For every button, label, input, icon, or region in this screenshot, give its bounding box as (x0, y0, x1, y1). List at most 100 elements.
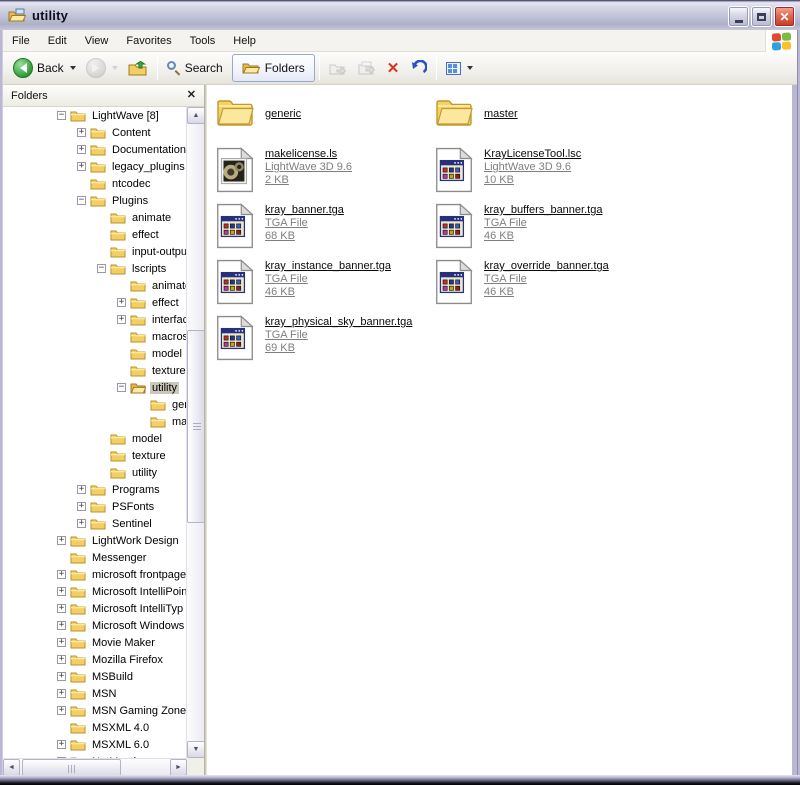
horizontal-scroll-thumb[interactable] (22, 759, 121, 776)
expand-icon[interactable]: + (77, 519, 86, 528)
tree-item-lscripts[interactable]: − lscripts (3, 260, 186, 277)
file-tile-kray-banner-tga[interactable]: kray_banner.tgaTGA File68 KB (216, 203, 431, 254)
tree-item-legacy-plugins[interactable]: + legacy_plugins (3, 158, 186, 175)
tree-item-lightwork-design[interactable]: + LightWork Design (3, 532, 186, 549)
expand-icon[interactable]: + (57, 638, 66, 647)
move-to-button[interactable] (324, 55, 353, 81)
back-button[interactable]: Back (8, 55, 81, 81)
expand-icon[interactable]: + (77, 162, 86, 171)
collapse-icon[interactable]: − (77, 196, 86, 205)
file-tile-kraylicensetool-lsc[interactable]: KrayLicenseTool.lscLightWave 3D 9.610 KB (435, 147, 650, 198)
file-name-link[interactable]: kray_buffers_banner.tga (484, 203, 602, 217)
back-dropdown-icon[interactable] (70, 66, 76, 70)
tree-item-texture[interactable]: texture (3, 362, 186, 379)
file-name-link[interactable]: generic (265, 107, 301, 121)
tree-item-msn[interactable]: + MSN (3, 685, 186, 702)
file-tile-makelicense-ls[interactable]: makelicense.lsLightWave 3D 9.62 KB (216, 147, 431, 198)
search-button[interactable]: Search (162, 55, 228, 81)
tree-item-ntcodec[interactable]: ntcodec (3, 175, 186, 192)
file-tile-kray-override-banner-tga[interactable]: kray_override_banner.tgaTGA File46 KB (435, 259, 650, 310)
expand-icon[interactable]: + (77, 145, 86, 154)
tree-item-movie-maker[interactable]: + Movie Maker (3, 634, 186, 651)
tree-item-effect[interactable]: effect (3, 226, 186, 243)
expand-icon[interactable]: + (57, 689, 66, 698)
expand-icon[interactable]: + (117, 298, 126, 307)
tree-item-model[interactable]: model (3, 345, 186, 362)
forward-button[interactable] (81, 55, 123, 81)
tree-item-documentation[interactable]: + Documentation (3, 141, 186, 158)
expand-icon[interactable]: + (57, 740, 66, 749)
tree-item-texture[interactable]: texture (3, 447, 186, 464)
tree-item-animate[interactable]: animate (3, 277, 186, 294)
close-panel-icon[interactable]: ✕ (187, 88, 196, 101)
folder-tile-master[interactable]: master (435, 94, 650, 134)
tree-vertical-scrollbar[interactable]: ▲ ▼ (186, 107, 204, 758)
menu-view[interactable]: View (76, 30, 118, 51)
tree-item-ger[interactable]: ger (3, 396, 186, 413)
tree-item-effect[interactable]: + effect (3, 294, 186, 311)
tree-item-sentinel[interactable]: + Sentinel (3, 515, 186, 532)
collapse-icon[interactable]: − (117, 383, 126, 392)
delete-button[interactable]: ✕ (382, 55, 405, 81)
views-button[interactable] (441, 55, 478, 81)
titlebar[interactable]: utility ✕ (0, 0, 800, 30)
tree-item-programs[interactable]: + Programs (3, 481, 186, 498)
tree-item-msbuild[interactable]: + MSBuild (3, 668, 186, 685)
tree-item-microsoft-intellipoin[interactable]: + Microsoft IntelliPoin (3, 583, 186, 600)
expand-icon[interactable]: + (57, 672, 66, 681)
tree-item-utility[interactable]: utility (3, 464, 186, 481)
expand-icon[interactable]: + (57, 621, 66, 630)
tree-horizontal-scrollbar[interactable]: ◄ ► (3, 758, 187, 775)
menu-file[interactable]: File (3, 30, 39, 51)
file-name-link[interactable]: kray_banner.tga (265, 203, 344, 217)
scroll-down-icon[interactable]: ▼ (187, 741, 205, 758)
file-name-link[interactable]: master (484, 107, 518, 121)
tree-item-plugins[interactable]: − Plugins (3, 192, 186, 209)
tree-item-model[interactable]: model (3, 430, 186, 447)
tree-item-mozilla-firefox[interactable]: + Mozilla Firefox (3, 651, 186, 668)
file-tile-kray-buffers-banner-tga[interactable]: kray_buffers_banner.tgaTGA File46 KB (435, 203, 650, 254)
file-tile-kray-physical-sky-banner-tga[interactable]: kray_physical_sky_banner.tgaTGA File69 K… (216, 315, 431, 366)
expand-icon[interactable]: + (57, 655, 66, 664)
tree-item-microsoft-frontpage[interactable]: + microsoft frontpage (3, 566, 186, 583)
collapse-icon[interactable]: − (57, 111, 66, 120)
tree-item-microsoft-windows[interactable]: + Microsoft Windows (3, 617, 186, 634)
scroll-right-icon[interactable]: ► (170, 759, 187, 776)
tree-item-microsoft-intellityp[interactable]: + Microsoft IntelliTyp (3, 600, 186, 617)
tree-item-msn-gaming-zone[interactable]: + MSN Gaming Zone (3, 702, 186, 719)
tree-item-msxml-6-0[interactable]: + MSXML 6.0 (3, 736, 186, 753)
file-name-link[interactable]: kray_physical_sky_banner.tga (265, 315, 412, 329)
collapse-icon[interactable]: − (97, 264, 106, 273)
expand-icon[interactable]: + (77, 485, 86, 494)
undo-button[interactable] (404, 55, 432, 81)
tree-item-macros[interactable]: macros (3, 328, 186, 345)
menu-help[interactable]: Help (224, 30, 265, 51)
tree-item-utility[interactable]: − utility (3, 379, 186, 396)
tree-item-msxml-4-0[interactable]: MSXML 4.0 (3, 719, 186, 736)
scroll-left-icon[interactable]: ◄ (3, 759, 20, 776)
file-name-link[interactable]: KrayLicenseTool.lsc (484, 147, 581, 161)
expand-icon[interactable]: + (57, 587, 66, 596)
file-name-link[interactable]: kray_instance_banner.tga (265, 259, 391, 273)
expand-icon[interactable]: + (57, 604, 66, 613)
menu-tools[interactable]: Tools (181, 30, 225, 51)
tree-item-input-outpu[interactable]: input-outpu (3, 243, 186, 260)
up-button[interactable] (123, 55, 153, 81)
copy-to-button[interactable] (353, 55, 382, 81)
tree-item-animate[interactable]: animate (3, 209, 186, 226)
expand-icon[interactable]: + (57, 570, 66, 579)
maximize-button[interactable] (751, 6, 772, 27)
menu-edit[interactable]: Edit (39, 30, 76, 51)
minimize-button[interactable] (728, 6, 749, 27)
tree-item-messenger[interactable]: Messenger (3, 549, 186, 566)
tree-item-interfac[interactable]: + interfac (3, 311, 186, 328)
folders-button[interactable]: Folders (232, 54, 315, 82)
tree-item-mas[interactable]: mas (3, 413, 186, 430)
tree-item-lightwave-8-[interactable]: − LightWave [8] (3, 107, 186, 124)
scroll-up-icon[interactable]: ▲ (187, 107, 205, 124)
expand-icon[interactable]: + (117, 315, 126, 324)
tree-item-content[interactable]: + Content (3, 124, 186, 141)
expand-icon[interactable]: + (57, 706, 66, 715)
file-name-link[interactable]: makelicense.ls (265, 147, 352, 161)
menu-favorites[interactable]: Favorites (117, 30, 180, 51)
